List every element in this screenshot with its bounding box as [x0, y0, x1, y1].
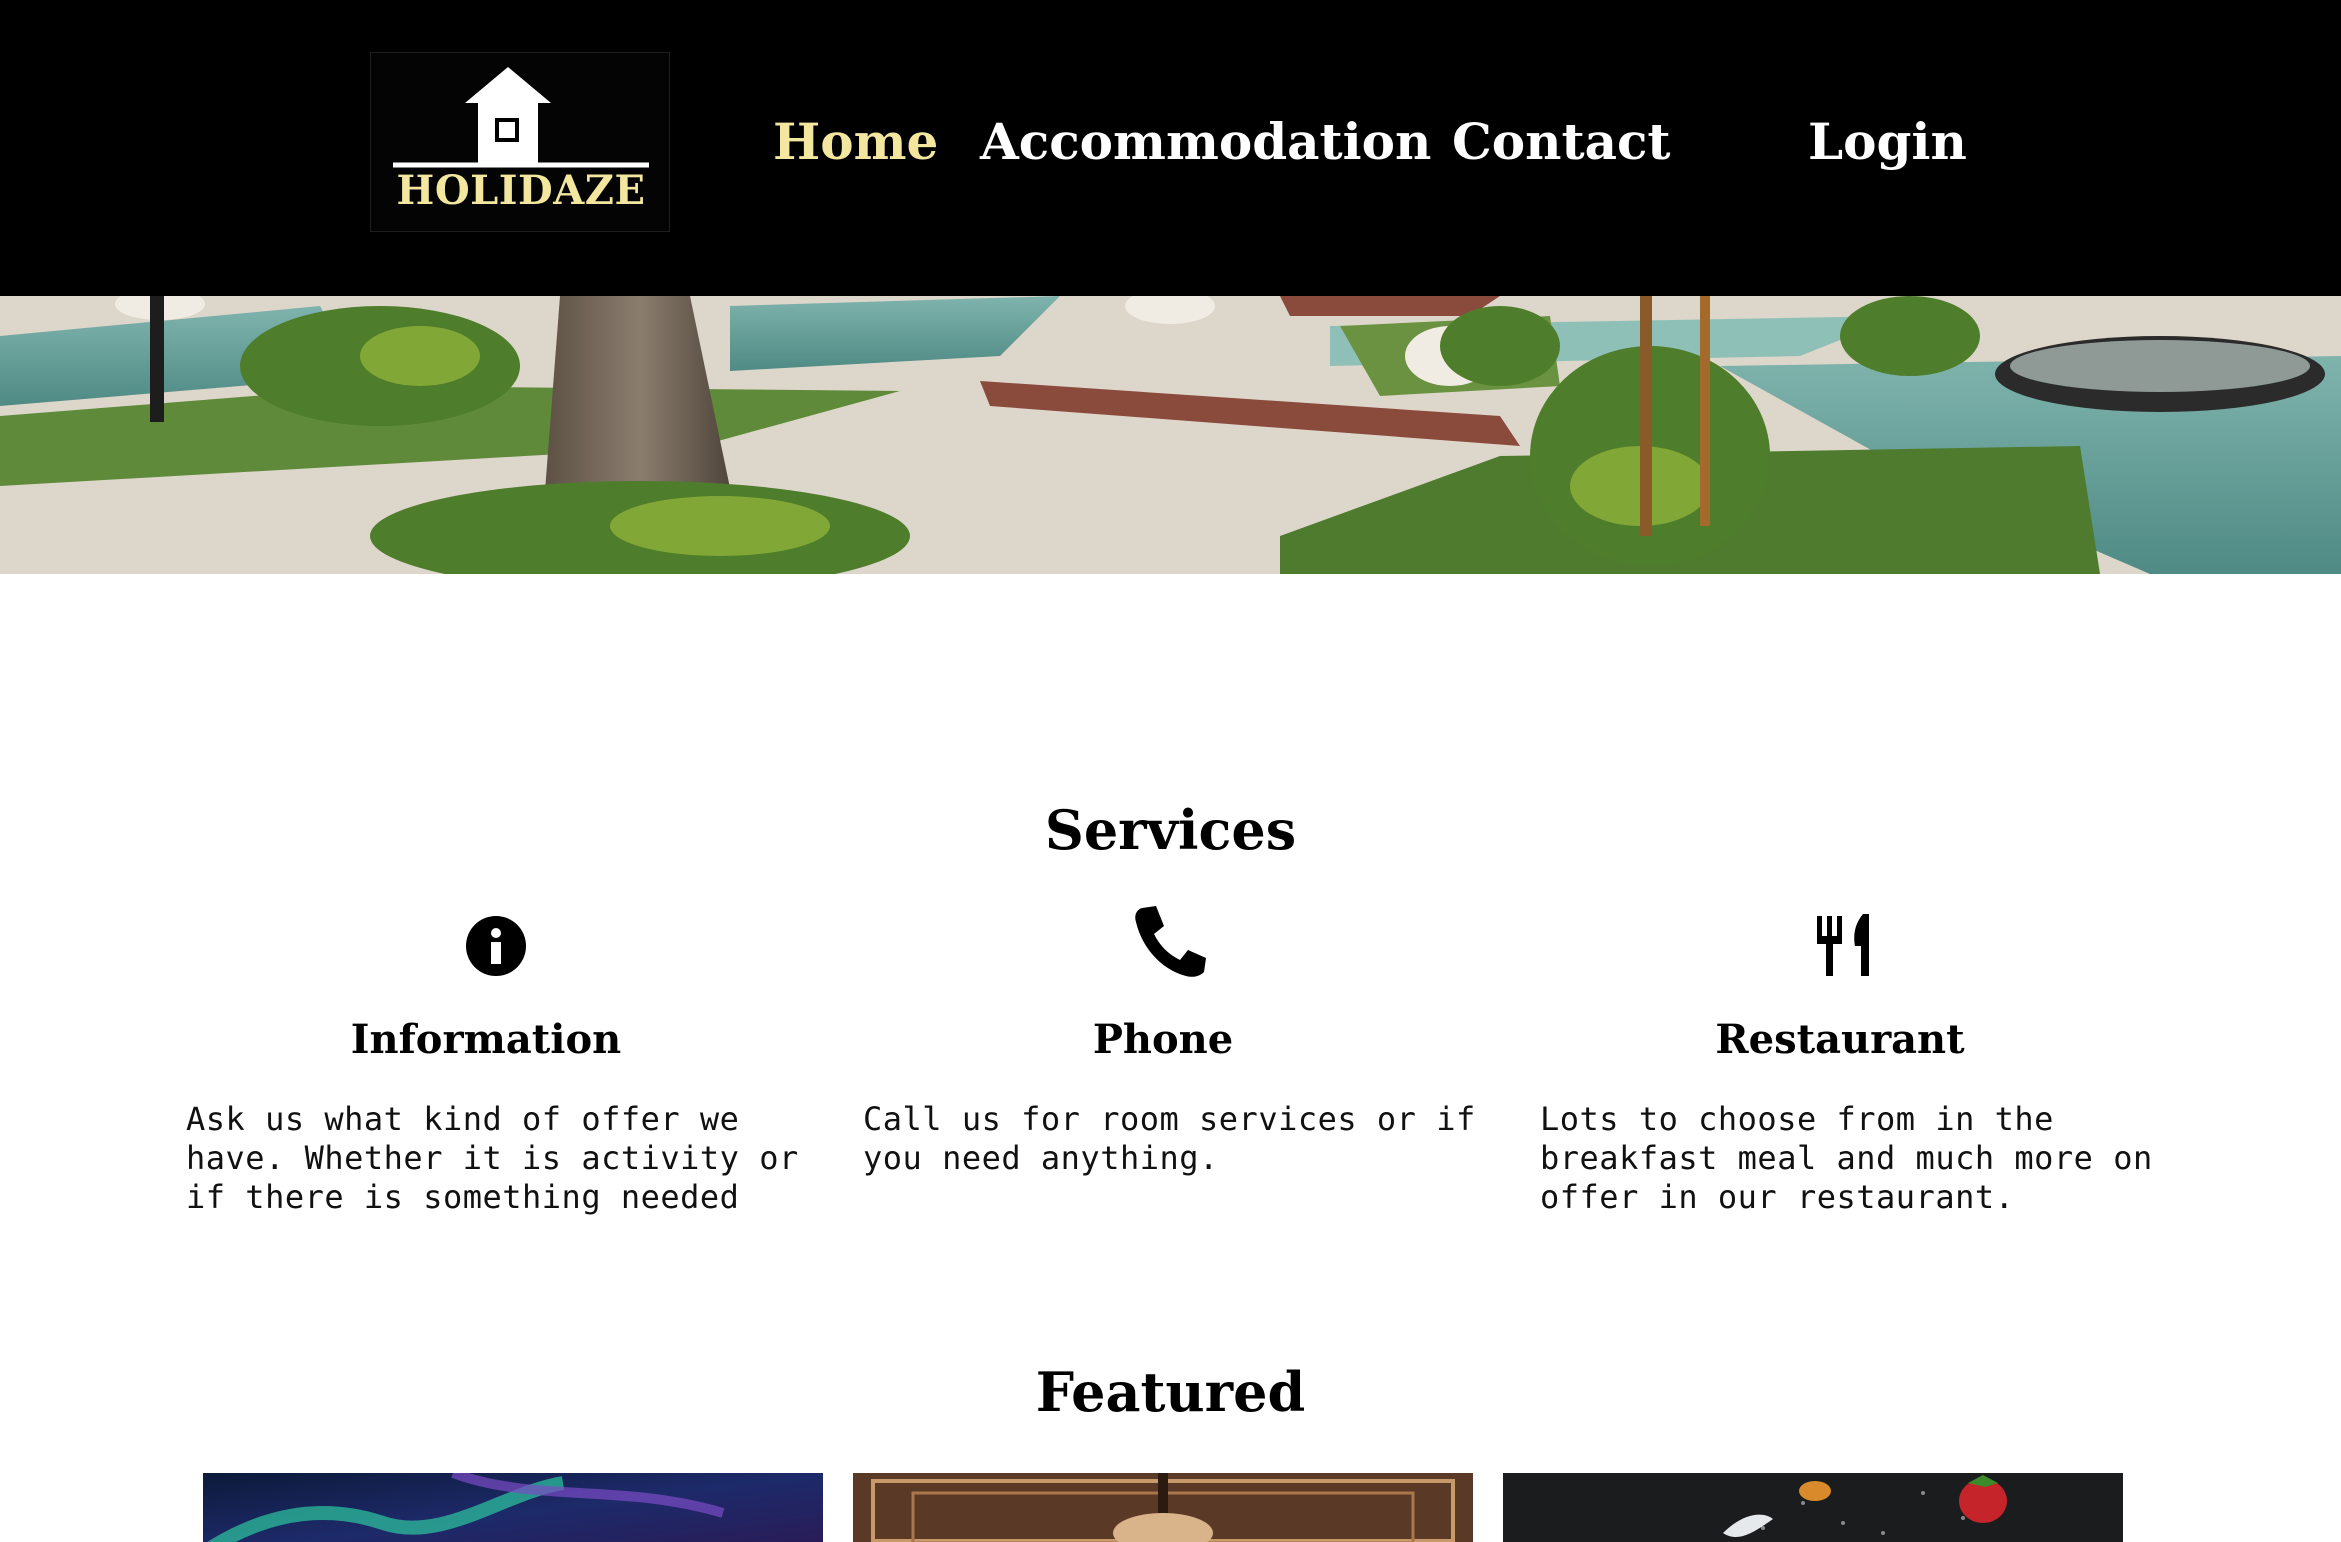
services-heading: Services — [1044, 798, 1297, 862]
featured-card[interactable] — [203, 1473, 823, 1542]
food-image — [1503, 1473, 2123, 1542]
info-icon — [466, 916, 526, 976]
service-description: Lots to choose from in the breakfast mea… — [1540, 1100, 2153, 1216]
aurora-image — [203, 1473, 823, 1542]
service-description: Ask us what kind of offer we have. Wheth… — [186, 1100, 799, 1216]
featured-card[interactable] — [853, 1473, 1473, 1542]
service-title: Restaurant — [1715, 1016, 1965, 1063]
featured-card[interactable] — [1503, 1473, 2123, 1542]
ceiling-image — [853, 1473, 1473, 1542]
hero-image — [0, 296, 2341, 574]
service-title: Phone — [1092, 1016, 1234, 1063]
service-title: Information — [350, 1016, 622, 1063]
featured-heading: Featured — [1035, 1360, 1306, 1424]
site-header: HOLIDAZE Home Accommodation Contact Logi… — [0, 0, 2341, 296]
service-description: Call us for room services or if you need… — [863, 1100, 1476, 1177]
nav-login-link[interactable]: Login — [1808, 112, 1967, 172]
holidaze-logo[interactable]: HOLIDAZE — [370, 52, 670, 232]
logo-text: HOLIDAZE — [396, 167, 646, 214]
nav-accommodation-link[interactable]: Accommodation — [980, 112, 1431, 172]
nav-contact-link[interactable]: Contact — [1452, 112, 1671, 172]
nav-home-link[interactable]: Home — [773, 112, 938, 172]
fork-knife-icon — [1817, 914, 1869, 976]
phone-icon — [1135, 906, 1206, 977]
